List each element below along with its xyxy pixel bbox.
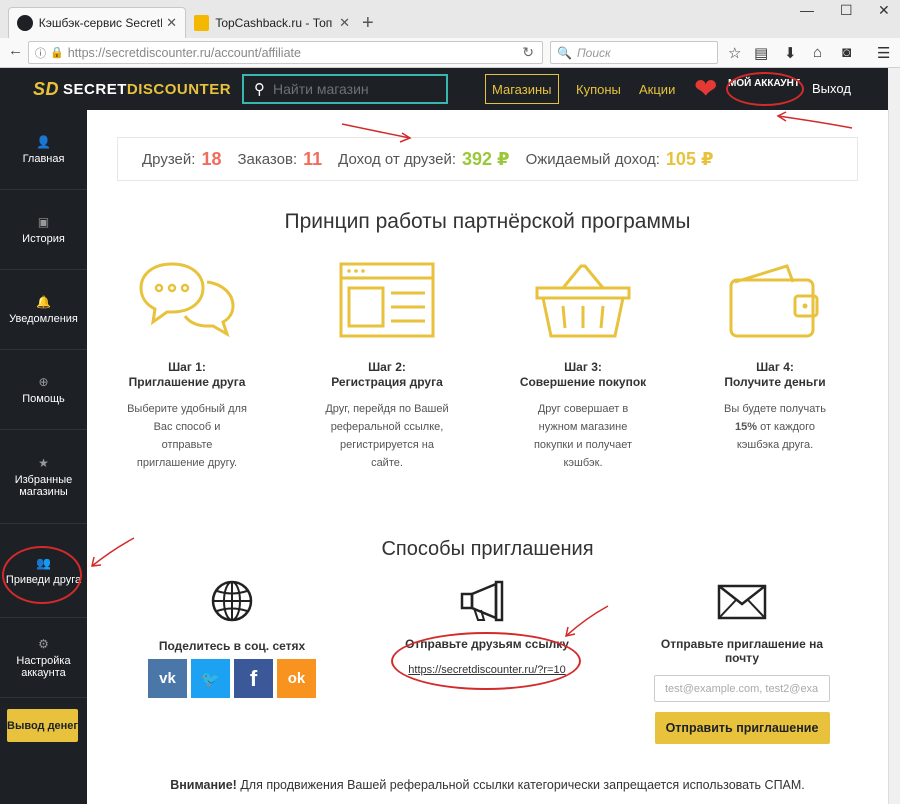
annotation-arrows xyxy=(91,111,853,637)
